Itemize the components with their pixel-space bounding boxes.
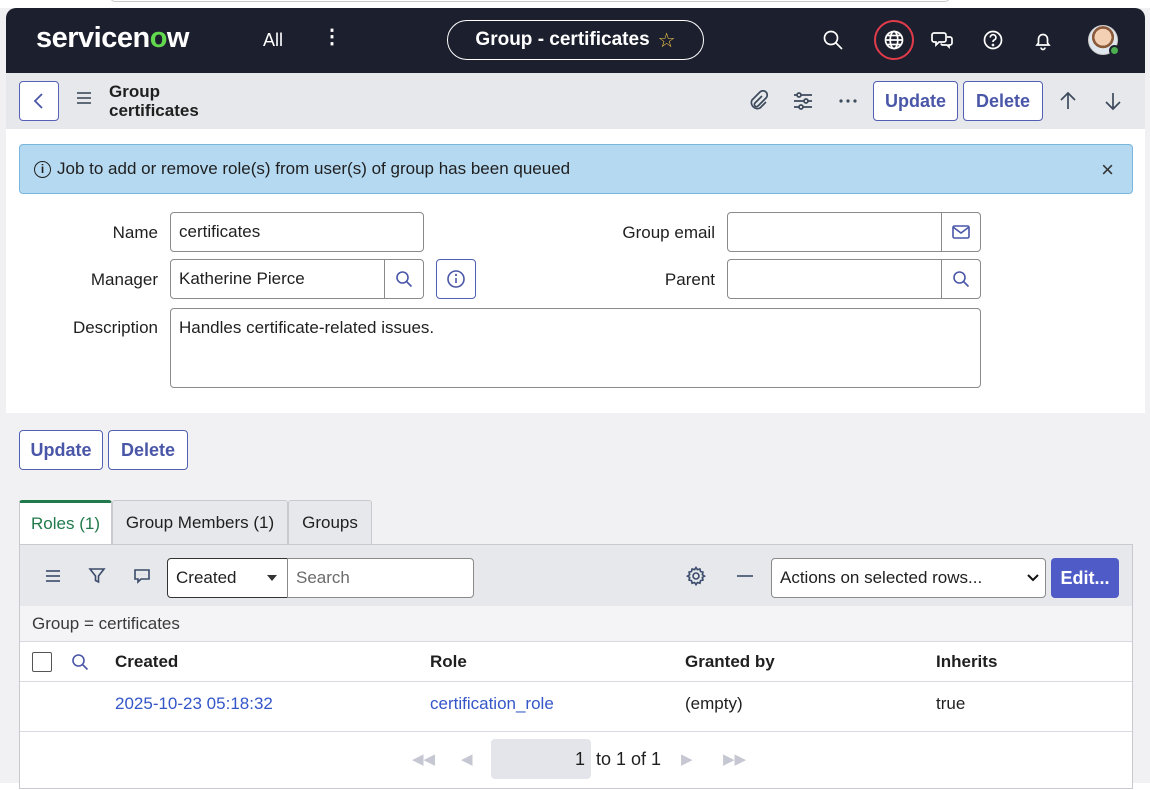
parent-field[interactable] — [727, 259, 942, 299]
bell-icon[interactable] — [1028, 25, 1058, 55]
column-inherits[interactable]: Inherits — [936, 652, 997, 672]
gear-icon[interactable] — [685, 565, 707, 587]
first-page-icon[interactable]: ◀◀ — [412, 750, 435, 768]
cell-inherits: true — [936, 694, 966, 713]
context-title: Group - certificates — [475, 29, 650, 50]
servicenow-logo[interactable]: servicenow — [36, 22, 189, 55]
list-menu-icon[interactable] — [42, 565, 64, 587]
tab-roles[interactable]: Roles (1) — [19, 500, 112, 545]
context-menu-icon[interactable] — [76, 91, 92, 110]
help-icon[interactable] — [978, 25, 1008, 55]
cell-role[interactable]: certification_role — [430, 694, 554, 714]
send-email-button[interactable] — [941, 212, 981, 252]
all-menu[interactable]: All — [263, 30, 283, 51]
name-field[interactable]: certificates — [170, 212, 424, 252]
parent-lookup-button[interactable] — [941, 259, 981, 299]
group-email-label: Group email — [622, 223, 715, 242]
group-email-field[interactable] — [727, 212, 942, 252]
column-granted-by[interactable]: Granted by — [685, 652, 775, 672]
manager-info-button[interactable] — [436, 259, 476, 299]
top-nav: servicenow All ⋮ Group - certificates ☆ — [6, 8, 1145, 73]
list-search-input[interactable]: Search — [287, 558, 474, 598]
header-update-button[interactable]: Update — [873, 81, 958, 121]
column-search-icon[interactable] — [69, 651, 91, 673]
tab-group-members[interactable]: Group Members (1) — [112, 500, 288, 545]
search-icon — [953, 271, 970, 288]
table-header: Created Role Granted by Inherits — [20, 642, 1132, 682]
select-all-checkbox[interactable] — [32, 652, 52, 672]
page-title: Group certificates — [109, 82, 199, 120]
tab-groups[interactable]: Groups — [288, 500, 372, 545]
more-horizontal-icon[interactable] — [836, 89, 860, 113]
browser-strip — [0, 0, 1150, 8]
delete-button[interactable]: Delete — [108, 430, 188, 470]
next-page-icon[interactable]: ▶ — [681, 750, 693, 768]
context-pill[interactable]: Group - certificates ☆ — [447, 20, 704, 60]
actions-select[interactable]: Actions on selected rows... — [771, 558, 1046, 598]
page-range-text: to 1 of 1 — [596, 749, 662, 769]
parent-label: Parent — [664, 270, 715, 289]
page-number-input[interactable]: 1 — [491, 739, 591, 779]
update-button[interactable]: Update — [19, 430, 103, 470]
manager-lookup-button[interactable] — [384, 259, 424, 299]
envelope-icon — [952, 225, 970, 239]
alert-message: Job to add or remove role(s) from user(s… — [57, 159, 571, 178]
collapse-icon[interactable] — [734, 565, 756, 587]
sort-field-select[interactable]: Created — [167, 558, 288, 598]
column-created[interactable]: Created — [115, 652, 178, 672]
online-status-icon — [1109, 45, 1120, 56]
back-button[interactable] — [19, 81, 59, 121]
info-icon: i — [34, 160, 51, 178]
user-avatar[interactable] — [1088, 25, 1120, 56]
search-icon[interactable] — [818, 25, 848, 55]
list-toolbar: Created Search Actions on selected rows.… — [20, 545, 1132, 606]
last-page-icon[interactable]: ▶▶ — [723, 750, 746, 768]
filter-icon[interactable] — [86, 565, 108, 587]
caret-down-icon — [267, 575, 277, 581]
arrow-down-icon[interactable] — [1101, 89, 1125, 113]
more-vertical-icon[interactable]: ⋮ — [322, 27, 342, 47]
breadcrumb[interactable]: Group = certificates — [20, 606, 1132, 642]
globe-icon[interactable] — [879, 25, 909, 55]
table-row: 2025-10-23 05:18:32 certification_role (… — [20, 682, 1132, 732]
edit-button[interactable]: Edit... — [1051, 558, 1119, 598]
comment-icon[interactable] — [131, 565, 153, 587]
info-circle-icon — [447, 270, 465, 288]
chevron-left-icon — [33, 93, 43, 109]
chevron-down-icon — [1027, 574, 1039, 582]
manager-label: Manager — [90, 270, 158, 289]
column-role[interactable]: Role — [430, 652, 467, 672]
description-field[interactable]: Handles certificate-related issues. — [170, 308, 981, 388]
group-form: i Job to add or remove role(s) from user… — [6, 129, 1145, 413]
cell-created[interactable]: 2025-10-23 05:18:32 — [115, 694, 273, 714]
form-header: Group certificates Update Delete — [6, 73, 1145, 129]
settings-sliders-icon[interactable] — [791, 89, 815, 113]
manager-field[interactable]: Katherine Pierce — [170, 259, 385, 299]
description-label: Description — [72, 318, 158, 337]
star-icon[interactable]: ☆ — [658, 28, 676, 53]
paperclip-icon[interactable] — [746, 89, 770, 113]
info-alert: i Job to add or remove role(s) from user… — [19, 144, 1133, 194]
name-label: Name — [112, 223, 158, 242]
previous-page-icon[interactable]: ◀ — [461, 750, 473, 768]
app-frame: servicenow All ⋮ Group - certificates ☆ — [0, 0, 1150, 789]
related-section: Update Delete Roles (1) Group Members (1… — [6, 413, 1145, 789]
pagination: ◀◀ ◀ 1 to 1 of 1 ▶ ▶▶ — [20, 732, 1132, 790]
header-delete-button[interactable]: Delete — [963, 81, 1043, 121]
arrow-up-icon[interactable] — [1056, 89, 1080, 113]
close-icon[interactable]: × — [1101, 157, 1114, 183]
roles-list-panel: Created Search Actions on selected rows.… — [19, 544, 1133, 789]
search-icon — [396, 271, 413, 288]
cell-granted-by: (empty) — [685, 694, 743, 713]
chat-icon[interactable] — [928, 25, 958, 55]
